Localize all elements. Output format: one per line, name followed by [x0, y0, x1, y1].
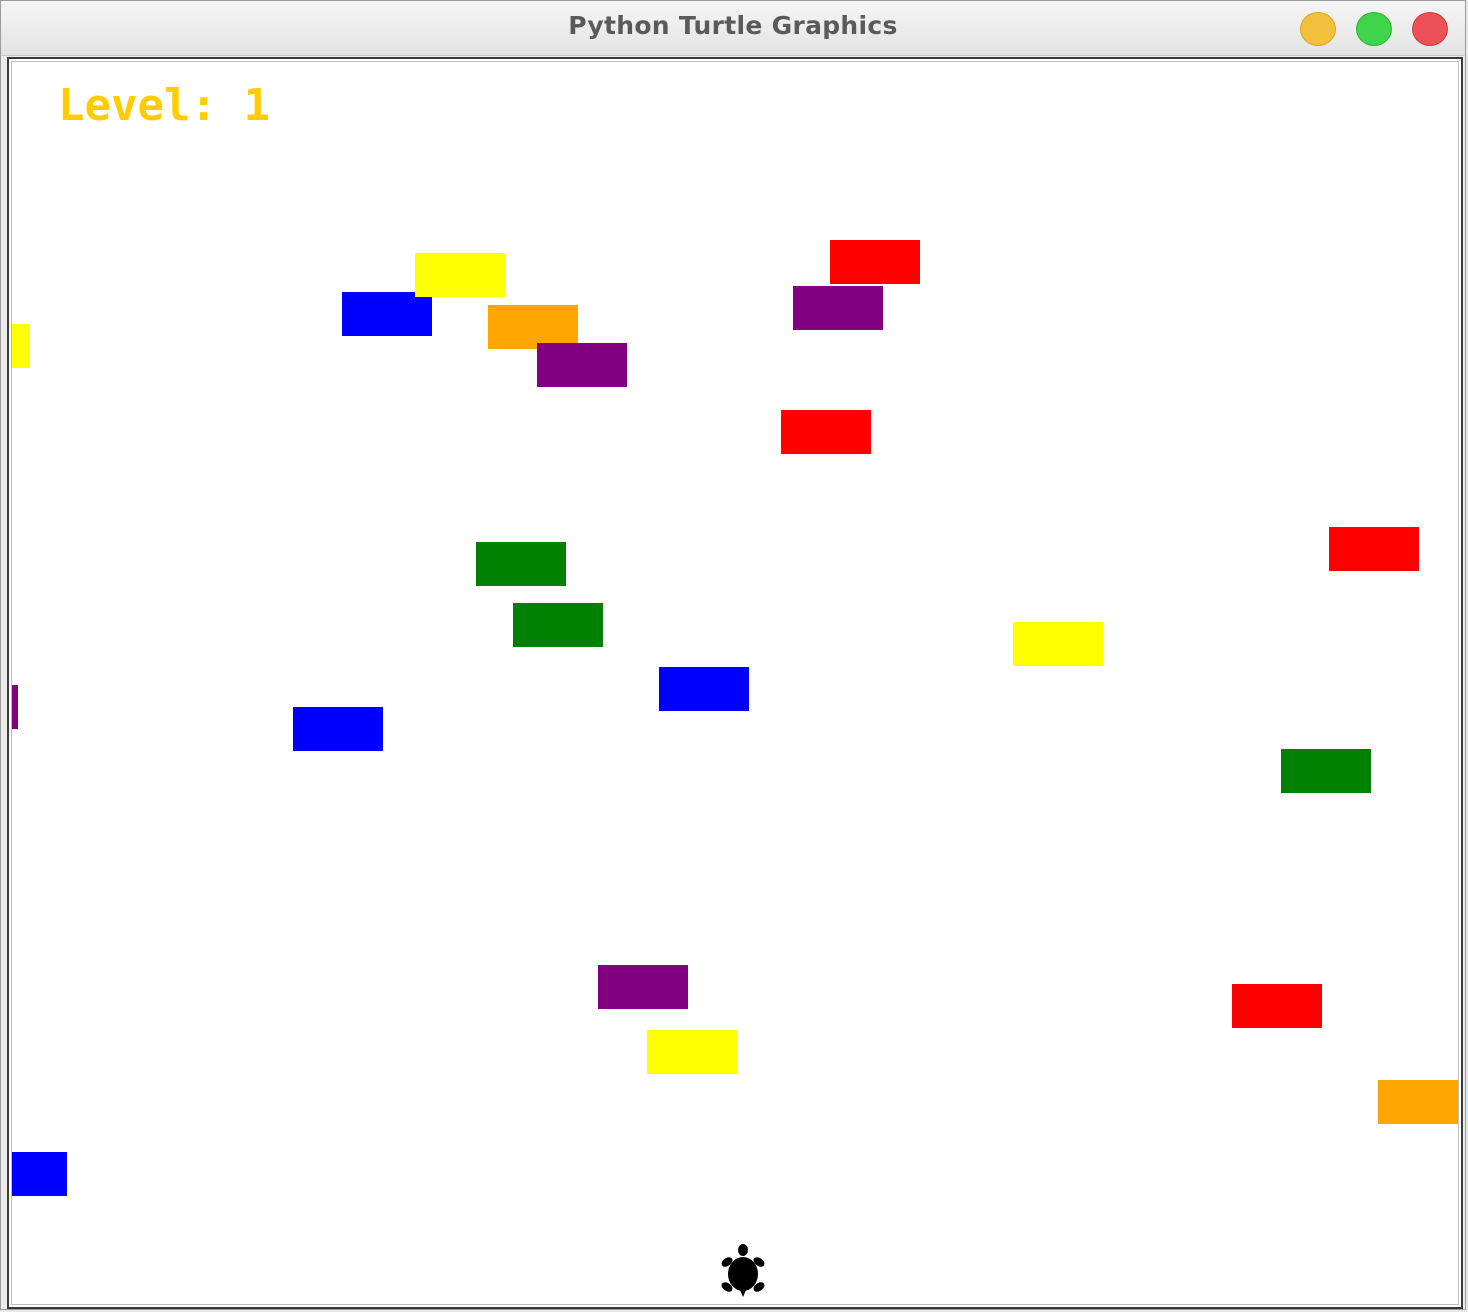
car-green	[513, 603, 603, 647]
car-purple	[537, 343, 627, 387]
window-title: Python Turtle Graphics	[568, 11, 898, 40]
title-bar[interactable]: Python Turtle Graphics	[1, 1, 1465, 56]
car-blue	[293, 707, 383, 751]
car-red	[1329, 527, 1419, 571]
car-orange	[1378, 1080, 1458, 1124]
app-window: Python Turtle Graphics Level: 1	[0, 0, 1466, 1310]
level-indicator: Level: 1	[58, 80, 270, 131]
level-value: 1	[243, 80, 270, 131]
turtle-canvas-frame: Level: 1	[7, 57, 1463, 1309]
car-purple	[598, 965, 688, 1009]
car-red	[781, 410, 871, 454]
car-green	[476, 542, 566, 586]
car-blue	[342, 292, 432, 336]
car-blue	[659, 667, 749, 711]
close-button[interactable]	[1412, 12, 1448, 46]
minimize-button[interactable]	[1300, 12, 1336, 46]
car-red	[830, 240, 920, 284]
level-label: Level:	[58, 80, 217, 131]
car-red	[1232, 984, 1322, 1028]
game-canvas[interactable]: Level: 1	[11, 61, 1459, 1305]
car-blue	[12, 1152, 67, 1196]
car-green	[1281, 749, 1371, 793]
maximize-button[interactable]	[1356, 12, 1392, 46]
car-yellow	[1013, 622, 1103, 666]
car-yellow	[415, 253, 505, 297]
car-purple	[793, 286, 883, 330]
car-purple	[12, 685, 18, 729]
car-yellow	[647, 1030, 737, 1074]
turtle-icon	[721, 1244, 765, 1297]
car-yellow	[12, 324, 30, 368]
